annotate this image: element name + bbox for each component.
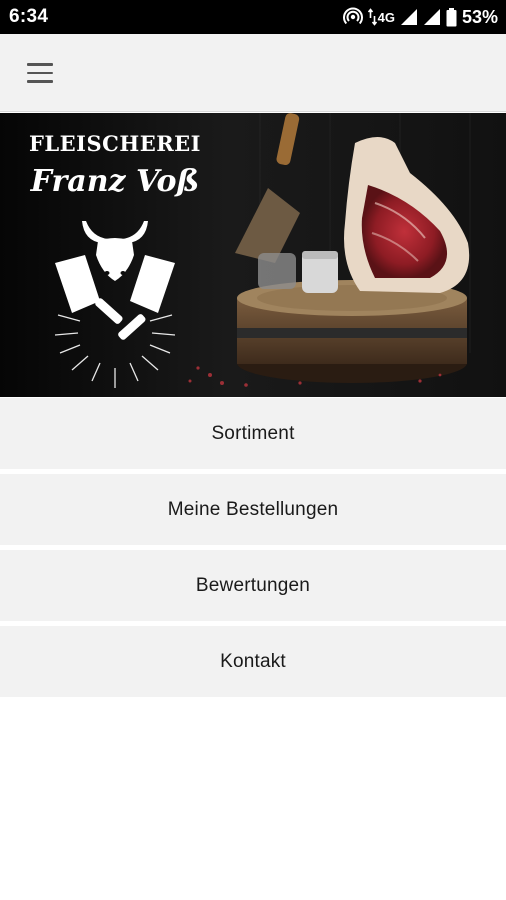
- status-icons: 4G 53%: [342, 6, 498, 28]
- menu-item-bewertungen[interactable]: Bewertungen: [0, 550, 506, 621]
- logo-line2: Franz Voß: [30, 164, 200, 199]
- data-transfer-icon: [367, 8, 377, 26]
- battery-icon: [446, 7, 457, 27]
- hotspot-icon: [342, 7, 363, 27]
- menu-item-sortiment[interactable]: Sortiment: [0, 398, 506, 469]
- status-time: 6:34: [9, 6, 49, 27]
- signal-icon: [423, 8, 441, 26]
- main-menu: Sortiment Meine Bestellungen Bewertungen…: [0, 398, 506, 702]
- status-bar: 6:34 4G 53%: [0, 0, 506, 34]
- hamburger-menu-icon[interactable]: [18, 56, 62, 90]
- battery-percent: 53%: [461, 6, 498, 27]
- logo-line1: FLEISCHEREI: [29, 131, 201, 156]
- network-type: 4G: [377, 9, 395, 25]
- hero-banner: FLEISCHEREI Franz Voß: [0, 113, 506, 397]
- signal-icon: [400, 8, 418, 26]
- app-toolbar: [0, 34, 506, 112]
- wooden-chopping-block: [237, 280, 467, 383]
- menu-item-meine-bestellungen[interactable]: Meine Bestellungen: [0, 474, 506, 545]
- menu-item-kontakt[interactable]: Kontakt: [0, 626, 506, 697]
